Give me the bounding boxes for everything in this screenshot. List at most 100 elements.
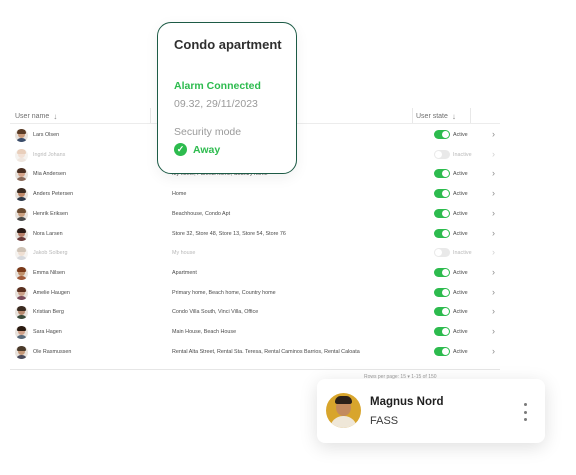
user-homes: Store 32, Store 48, Store 13, Store 54, … xyxy=(172,230,286,237)
avatar xyxy=(15,207,28,221)
user-state-label: Active xyxy=(453,210,468,217)
user-state-toggle[interactable] xyxy=(434,327,450,336)
user-state-label: Active xyxy=(453,348,468,355)
user-name: Henrik Eriksen xyxy=(33,210,69,217)
chevron-right-icon[interactable]: › xyxy=(492,188,495,198)
avatar xyxy=(326,393,361,428)
chevron-right-icon[interactable]: › xyxy=(492,306,495,316)
column-user-name-label: User name xyxy=(15,113,50,120)
column-divider xyxy=(470,108,471,123)
column-divider xyxy=(412,108,413,123)
table-row[interactable]: Amelie Haugen Primary home, Beach home, C… xyxy=(0,284,576,304)
user-homes: Beachhouse, Condo Apt xyxy=(172,210,231,217)
avatar xyxy=(15,129,28,142)
user-homes: Main House, Beach House xyxy=(172,329,237,335)
user-homes: Apartment xyxy=(172,269,197,276)
user-state-toggle[interactable] xyxy=(434,169,450,179)
table-row[interactable]: Emma Nilsen Apartment Active › xyxy=(0,264,576,284)
user-state-toggle[interactable] xyxy=(434,149,450,159)
user-card-organization: FASS xyxy=(370,415,399,427)
user-state-toggle[interactable] xyxy=(434,346,450,356)
user-state-toggle[interactable] xyxy=(434,267,450,277)
user-state-label: Inactive xyxy=(453,151,472,158)
user-homes: Rental Alta Street, Rental Sta. Teresa, … xyxy=(172,348,360,355)
user-state-toggle[interactable] xyxy=(434,248,450,258)
table-row[interactable]: Anders Petersen Home Active › xyxy=(0,185,576,205)
user-state-toggle[interactable] xyxy=(434,130,450,139)
alarm-timestamp: 09.32, 29/11/2023 xyxy=(174,98,258,110)
avatar xyxy=(15,266,28,280)
user-state-label: Active xyxy=(453,309,468,316)
user-state-toggle[interactable] xyxy=(434,287,450,297)
user-name: Lars Olsen xyxy=(33,132,60,138)
popup-title: Condo apartment xyxy=(174,37,282,52)
user-card-name: Magnus Nord xyxy=(370,396,444,408)
alarm-status: Alarm Connected xyxy=(174,80,261,92)
user-name: Mia Andersen xyxy=(33,171,66,178)
user-homes: Condo Villa South, Vinci Villa, Office xyxy=(172,309,259,316)
avatar xyxy=(15,326,28,339)
column-user-state-label: User state xyxy=(416,113,448,120)
chevron-right-icon[interactable]: › xyxy=(492,247,495,257)
table-row[interactable]: Kristian Berg Condo Villa South, Vinci Vi… xyxy=(0,303,576,323)
sort-arrow-icon: ↓ xyxy=(451,112,456,121)
avatar xyxy=(15,286,28,300)
user-state-label: Active xyxy=(453,171,468,178)
chevron-right-icon[interactable]: › xyxy=(492,326,495,336)
avatar xyxy=(15,188,28,202)
column-divider xyxy=(150,108,151,123)
chevron-right-icon[interactable]: › xyxy=(492,149,495,159)
user-state-label: Active xyxy=(453,230,468,237)
chevron-right-icon[interactable]: › xyxy=(492,287,495,297)
avatar xyxy=(15,168,28,182)
user-state-toggle[interactable] xyxy=(434,307,450,317)
avatar xyxy=(15,148,28,162)
user-name: Anders Petersen xyxy=(33,191,74,198)
check-circle-icon: ✓ xyxy=(174,143,187,156)
user-state-label: Inactive xyxy=(453,250,472,257)
avatar xyxy=(15,306,28,320)
user-name: Sara Hagen xyxy=(33,329,62,335)
user-state-label: Active xyxy=(453,191,468,198)
column-user-state[interactable]: User state ↓ xyxy=(416,112,456,121)
column-user-name[interactable]: User name ↓ xyxy=(15,112,57,121)
user-name: Kristian Berg xyxy=(33,309,64,316)
user-state-label: Active xyxy=(453,329,468,335)
chevron-right-icon[interactable]: › xyxy=(492,267,495,277)
security-mode-value: ✓ Away xyxy=(174,143,220,156)
user-state-label: Active xyxy=(453,269,468,276)
user-card[interactable]: Magnus Nord FASS xyxy=(317,379,545,443)
user-state-toggle[interactable] xyxy=(434,228,450,238)
more-options-icon[interactable] xyxy=(522,403,528,421)
avatar xyxy=(15,227,28,241)
avatar xyxy=(15,247,28,261)
user-homes: Home xyxy=(172,191,187,198)
chevron-right-icon[interactable]: › xyxy=(492,129,495,139)
chevron-right-icon[interactable]: › xyxy=(492,346,495,356)
user-name: Emma Nilsen xyxy=(33,269,66,276)
home-status-popup: Condo apartment Alarm Connected 09.32, 2… xyxy=(157,22,297,174)
user-name: Amelie Haugen xyxy=(33,289,70,296)
user-state-toggle[interactable] xyxy=(434,208,450,218)
table-row[interactable]: Sara Hagen Main House, Beach House Active › xyxy=(0,323,576,343)
user-homes: Primary home, Beach home, Country home xyxy=(172,289,276,296)
chevron-right-icon[interactable]: › xyxy=(492,168,495,178)
user-name: Nora Larsen xyxy=(33,230,63,237)
table-row[interactable]: Nora Larsen Store 32, Store 48, Store 13,… xyxy=(0,225,576,245)
user-state-label: Active xyxy=(453,289,468,296)
sort-arrow-icon: ↓ xyxy=(53,112,58,121)
user-name: Jakob Solberg xyxy=(33,250,68,257)
security-mode-text: Away xyxy=(193,143,221,156)
footer-divider xyxy=(10,369,500,370)
avatar xyxy=(15,345,28,359)
table-row[interactable]: Ole Rasmussen Rental Alta Street, Rental … xyxy=(0,343,576,363)
table-row[interactable]: Henrik Eriksen Beachhouse, Condo Apt Activ… xyxy=(0,205,576,225)
table-row[interactable]: Jakob Solberg My house Inactive › xyxy=(0,244,576,264)
user-homes: My house xyxy=(172,250,196,257)
chevron-right-icon[interactable]: › xyxy=(492,208,495,218)
user-name: Ole Rasmussen xyxy=(33,348,72,355)
user-name: Ingrid Johans xyxy=(33,151,66,158)
chevron-right-icon[interactable]: › xyxy=(492,228,495,238)
user-state-toggle[interactable] xyxy=(434,189,450,199)
user-state-label: Active xyxy=(453,132,468,138)
